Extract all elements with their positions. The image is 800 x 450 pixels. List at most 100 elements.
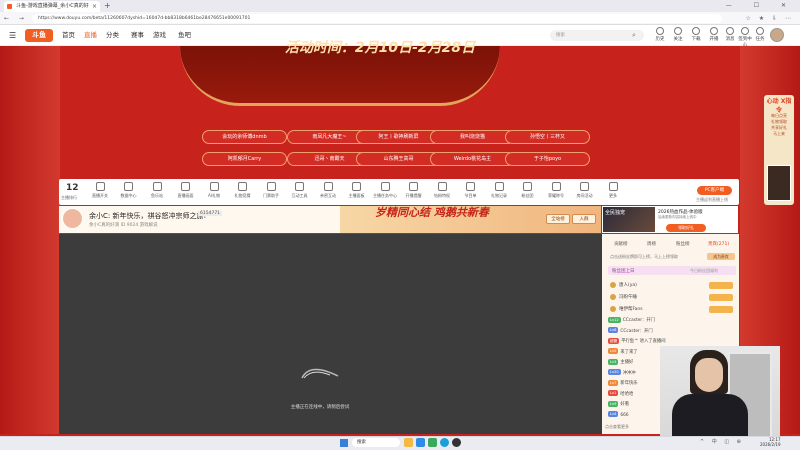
nav-live[interactable]: 直播 <box>84 30 97 41</box>
gift-icon <box>709 294 733 301</box>
checkin-icon[interactable]: 签到中心 <box>737 27 753 48</box>
close-tab-icon[interactable]: × <box>92 1 97 12</box>
tool-button[interactable]: 房间活动 <box>572 181 598 199</box>
streamer-button[interactable]: 于子怡poyo <box>505 152 590 166</box>
taskbar-clock[interactable]: 12:17 2026/2/19 <box>760 437 781 447</box>
tool-button[interactable]: 亲密互动 <box>315 181 341 199</box>
nav-home[interactable]: 首页 <box>62 30 75 41</box>
chat-tab-contribution[interactable]: 贡献榜 <box>614 241 628 247</box>
loading-swoosh-icon <box>301 368 339 379</box>
chat-tab-vip[interactable]: 贵宾(271) <box>708 241 729 247</box>
chat-message[interactable]: 超管 平行鱼™ 进入了直播间 <box>608 337 736 346</box>
streamer-avatar[interactable] <box>62 208 83 229</box>
message-text: 来了来了 <box>620 349 638 355</box>
chat-footer-link[interactable]: 点击查看更多 <box>605 424 629 430</box>
store-icon[interactable] <box>416 438 425 447</box>
browser-tab[interactable]: 斗鱼-游戏直播弹幕_余小C真的好 × <box>4 1 100 12</box>
tool-button[interactable]: 礼物记录 <box>486 181 512 199</box>
side-ad-title: 心动 X指令 <box>766 98 792 114</box>
tool-button[interactable]: 鱼乐站 <box>144 181 170 199</box>
rank-row[interactable]: 唯伊帮Fans <box>610 305 735 314</box>
nav-events[interactable]: 赛事 <box>131 30 144 41</box>
rank-row[interactable]: 唐人(ya) <box>610 281 735 290</box>
search-icon[interactable]: ⌕ <box>632 30 636 41</box>
system-tray[interactable]: ^ 中 ◫ ⊕ <box>700 438 744 445</box>
browser-tab-bar <box>0 0 800 12</box>
tool-button[interactable]: 主播面板 <box>344 181 370 199</box>
streamer-button[interactable]: 会玩的余师傅dnmb <box>202 130 287 144</box>
join-group-button[interactable]: 入群 <box>572 214 596 224</box>
message-text: CCcaster：开门 <box>622 318 655 323</box>
gift-icon <box>709 306 733 313</box>
browser-tools-icons[interactable]: ☆ ★ ⇩ ⋯ <box>745 12 794 25</box>
chat-tab-weekly[interactable]: 周榜 <box>647 241 656 247</box>
tool-button[interactable]: 粉丝团 <box>515 181 541 199</box>
taskbar-search[interactable]: 搜索 <box>352 438 400 447</box>
app-icon[interactable] <box>428 438 437 447</box>
nav-fishbar[interactable]: 鱼吧 <box>178 30 191 41</box>
tool-button[interactable]: 直播开关 <box>87 181 113 199</box>
tool-button[interactable]: 更多 <box>600 181 626 199</box>
tool-button[interactable]: 节目单 <box>458 181 484 199</box>
tool-button[interactable]: 数据中心 <box>116 181 142 199</box>
tasks-icon[interactable]: 任务 <box>752 27 768 42</box>
chat-tab-fans[interactable]: 粉丝榜 <box>676 241 690 247</box>
streamer-button[interactable]: 我叫烧烧猫 <box>430 130 515 144</box>
tool-icon <box>352 182 361 191</box>
tool-icon <box>124 182 133 191</box>
nav-category[interactable]: 分类 <box>106 30 119 41</box>
tool-button[interactable]: 互动工具 <box>287 181 313 199</box>
tool-button[interactable]: 直播画面 <box>173 181 199 199</box>
streamer-button[interactable]: 山东腾王高哥 <box>356 152 441 166</box>
follow-icon[interactable]: 关注 <box>670 27 686 42</box>
message-text: CCcaster：开门 <box>620 328 653 334</box>
broadcast-icon[interactable]: 开播 <box>706 27 722 42</box>
pc-client-button[interactable]: PC客户端 <box>697 186 732 195</box>
tool-button[interactable]: 主播任务中心 <box>372 181 398 199</box>
history-icon[interactable]: 历史 <box>652 27 668 42</box>
tool-button[interactable]: 开播提醒 <box>401 181 427 199</box>
file-explorer-icon[interactable] <box>404 438 413 447</box>
url-field[interactable]: https://www.douyu.com/beta/11260607dyshi… <box>32 14 722 23</box>
tool-label: 粉丝团 <box>521 193 534 198</box>
fan-rank-more-link[interactable]: 今日粉丝团福利 <box>690 268 718 274</box>
leaderboard-button[interactable]: 全站榜 <box>546 214 570 224</box>
download-icon[interactable]: 下载 <box>688 27 704 42</box>
site-search-input[interactable]: 搜索 <box>550 30 644 41</box>
message-text: 好看 <box>620 402 630 407</box>
message-text: 冲冲冲 <box>622 370 636 376</box>
rank-row[interactable]: 冯盼午睡 <box>610 293 735 302</box>
tool-button[interactable]: 荣耀称号 <box>543 181 569 199</box>
streamer-button[interactable]: 孙悟空丨三杯又 <box>505 130 590 144</box>
tool-button[interactable]: 钻粉特权 <box>429 181 455 199</box>
windows-start-icon[interactable] <box>340 439 348 447</box>
promo-image[interactable]: 全民独宠 <box>603 207 655 232</box>
tool-button[interactable]: 门票助手 <box>258 181 284 199</box>
messages-icon[interactable]: 消息 <box>722 27 738 42</box>
douyu-logo[interactable]: 斗鱼 <box>25 29 53 42</box>
edge-browser-icon[interactable] <box>440 438 449 447</box>
streamer-button[interactable]: 阿王丨歌神刷新屏 <box>356 130 441 144</box>
window-controls[interactable]: — ☐ ✕ <box>726 0 796 12</box>
chat-message[interactable]: Lv12 CCcaster：开门 <box>608 316 736 325</box>
new-tab-button[interactable]: + <box>104 0 111 12</box>
rank-number[interactable]: 12 <box>66 183 79 193</box>
message-text: 哈哈哈 <box>620 391 634 397</box>
streamer-button[interactable]: 阿凯郁月Carry <box>202 152 287 166</box>
rank-label: 主播排行 <box>61 195 77 200</box>
user-avatar[interactable] <box>770 28 784 42</box>
tool-icon <box>551 182 561 191</box>
hamburger-menu-icon[interactable]: ☰ <box>9 31 16 40</box>
tool-button[interactable]: AI礼物 <box>201 181 227 199</box>
streamer-button[interactable]: Weirdo桃花岛主 <box>430 152 515 166</box>
promo-claim-button[interactable]: 领取好礼 <box>666 224 706 232</box>
chat-message[interactable]: Lv8 CCcaster：开门 <box>608 327 736 336</box>
webcam-person-body <box>672 394 748 442</box>
nav-games[interactable]: 游戏 <box>153 30 166 41</box>
tool-label: 直播画面 <box>177 193 194 198</box>
room-meta: 余小C真的好演 ID 9024 游戏解说 <box>89 223 158 228</box>
side-ad-photo[interactable] <box>767 165 791 201</box>
tool-button[interactable]: 礼物竞猜 <box>230 181 256 199</box>
media-app-icon[interactable] <box>452 438 461 447</box>
become-vip-button[interactable]: 成为贵宾 <box>707 253 735 260</box>
